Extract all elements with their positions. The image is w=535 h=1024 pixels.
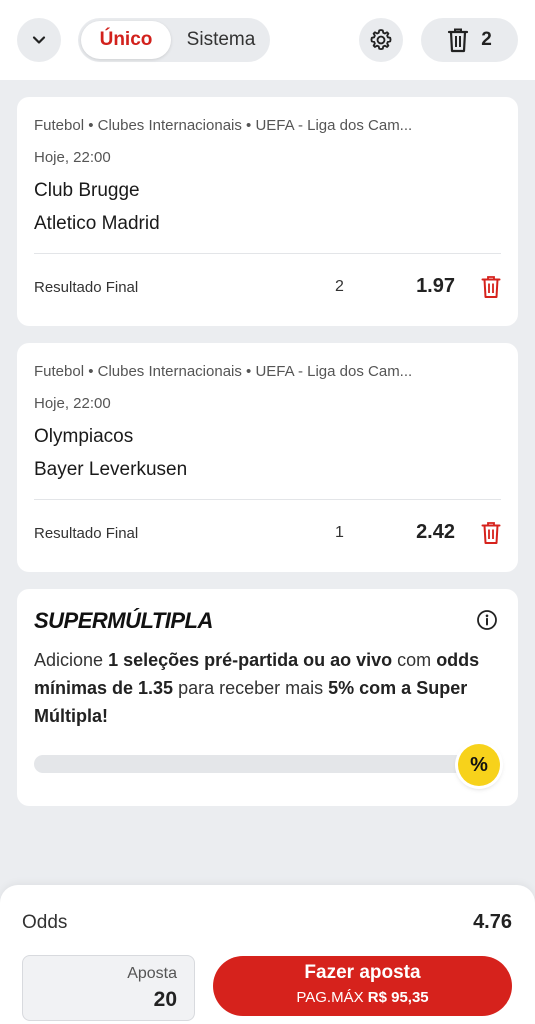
event-time: Hoje, 22:00 (34, 395, 111, 412)
bet-type-toggle: Único Sistema (78, 18, 270, 62)
odd-value: 1.97 (416, 275, 455, 297)
event-breadcrumb: Futebol • Clubes Internacionais • UEFA -… (34, 363, 413, 380)
place-bet-label: Fazer aposta (304, 962, 421, 983)
divider (34, 253, 501, 254)
odd-value: 2.42 (416, 521, 455, 543)
percent-badge: % (458, 744, 500, 786)
total-odds-value: 4.76 (473, 911, 512, 933)
top-bar: Único Sistema 2 (0, 0, 535, 80)
promo-title: SUPERMÚLTIPLA (34, 608, 213, 633)
bet-slip-footer: Odds 4.76 Aposta 20 Fazer aposta PAG.MÁX… (0, 885, 535, 1024)
tab-sistema[interactable]: Sistema (176, 21, 266, 59)
selection-value: 2 (335, 278, 344, 295)
market-name: Resultado Final (34, 279, 139, 296)
away-team: Bayer Leverkusen (34, 459, 188, 480)
selection-count: 2 (481, 29, 492, 50)
stake-input[interactable]: Aposta 20 (22, 955, 195, 1021)
home-team: Olympiacos (34, 426, 134, 447)
chevron-down-icon (32, 36, 46, 44)
total-odds-label: Odds (22, 912, 68, 933)
away-team: Atletico Madrid (34, 213, 160, 234)
max-payout: PAG.MÁX R$ 95,35 (296, 989, 429, 1006)
home-team: Club Brugge (34, 180, 140, 201)
supermultipla-promo: SUPERMÚLTIPLA Adicione 1 seleções pré-pa… (17, 589, 518, 806)
promo-progress-bar (34, 755, 474, 773)
remove-bet-trash-icon[interactable] (481, 521, 501, 545)
gear-icon (370, 29, 392, 51)
settings-button[interactable] (359, 18, 403, 62)
clear-selections-button[interactable]: 2 (421, 18, 518, 62)
bet-card: Futebol • Clubes Internacionais • UEFA -… (17, 343, 518, 572)
event-breadcrumb: Futebol • Clubes Internacionais • UEFA -… (34, 117, 413, 134)
divider (34, 499, 501, 500)
tab-unico[interactable]: Único (81, 21, 171, 59)
market-name: Resultado Final (34, 525, 139, 542)
remove-bet-trash-icon[interactable] (481, 275, 501, 299)
stake-label: Aposta (127, 965, 177, 982)
place-bet-button[interactable]: Fazer aposta PAG.MÁX R$ 95,35 (213, 956, 512, 1016)
promo-description: Adicione 1 seleções pré-partida ou ao vi… (34, 650, 480, 726)
collapse-button[interactable] (17, 18, 61, 62)
info-icon[interactable] (476, 609, 498, 631)
stake-value: 20 (153, 988, 177, 1011)
bet-card: Futebol • Clubes Internacionais • UEFA -… (17, 97, 518, 326)
trash-icon (448, 28, 469, 53)
event-time: Hoje, 22:00 (34, 149, 111, 166)
selection-value: 1 (335, 524, 344, 541)
